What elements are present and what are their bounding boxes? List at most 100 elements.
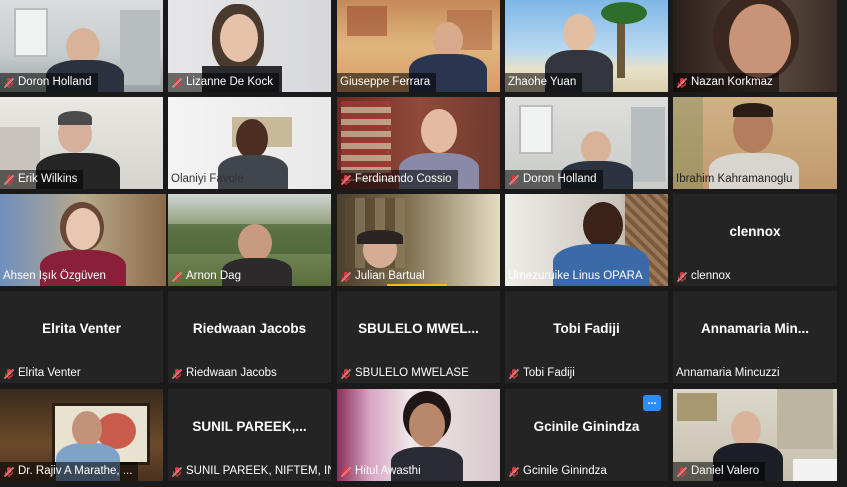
participant-tile[interactable]: SBULELO MWEL... SBULELO MWELASE <box>337 291 500 383</box>
participant-display-name: Tobi Fadiji <box>553 321 620 336</box>
participant-tile[interactable]: Julian Bartual <box>337 194 500 286</box>
participant-name: Ibrahim Kahramanoglu <box>676 173 793 185</box>
participant-nameplate: SBULELO MWELASE <box>337 364 475 383</box>
muted-mic-icon <box>171 271 183 283</box>
participant-name: Tobi Fadiji <box>523 367 575 379</box>
participant-name: Nazan Korkmaz <box>691 76 773 88</box>
participant-nameplate: SUNIL PAREEK, NIFTEM, IN... <box>168 462 331 481</box>
participant-nameplate: Nazan Korkmaz <box>673 73 779 92</box>
participant-name: Lizanne De Kock <box>186 76 273 88</box>
participant-nameplate: Erik Wilkins <box>0 170 84 189</box>
participant-nameplate: Olaniyi Favole <box>168 170 250 189</box>
participant-name: Hitul Awasthi <box>355 465 421 477</box>
participant-tile[interactable]: Olaniyi Favole <box>168 97 331 189</box>
participant-tile[interactable]: SUNIL PAREEK,... SUNIL PAREEK, NIFTEM, I… <box>168 389 331 481</box>
participant-nameplate: Daniel Valero <box>673 462 766 481</box>
muted-mic-icon <box>676 466 688 478</box>
participant-tile[interactable]: Doron Holland <box>0 0 163 92</box>
participant-name: Giuseppe Ferrara <box>340 76 431 88</box>
more-options-button[interactable]: ... <box>643 395 661 411</box>
participant-tile[interactable]: clennox clennox <box>673 194 837 286</box>
participant-name: Annamaria Mincuzzi <box>676 367 780 379</box>
participant-name: SUNIL PAREEK, NIFTEM, IN... <box>186 465 331 477</box>
muted-mic-icon <box>340 174 352 186</box>
participant-nameplate: Doron Holland <box>0 73 98 92</box>
participant-nameplate: Hitul Awasthi <box>337 462 427 481</box>
muted-mic-icon <box>3 466 15 478</box>
participant-tile[interactable]: Annamaria Min... Annamaria Mincuzzi <box>673 291 837 383</box>
participant-tile[interactable]: Umezuruike Linus OPARA <box>505 194 668 286</box>
muted-mic-icon <box>508 174 520 186</box>
participant-display-name: Elrita Venter <box>42 321 121 336</box>
participant-name: Elrita Venter <box>18 367 81 379</box>
participant-tile[interactable]: ... Gcinile Ginindza Gcinile Ginindza <box>505 389 668 481</box>
muted-mic-icon <box>676 271 688 283</box>
participant-nameplate: Elrita Venter <box>0 364 87 383</box>
participant-tile[interactable]: Zhaohe Yuan <box>505 0 668 92</box>
muted-mic-icon <box>171 368 183 380</box>
muted-mic-icon <box>340 368 352 380</box>
participant-display-name: clennox <box>729 224 781 239</box>
audio-level-indicator <box>387 284 447 286</box>
participant-tile[interactable]: Erik Wilkins <box>0 97 163 189</box>
participant-name: Dr. Rajiv A Marathe, ... <box>18 465 133 477</box>
participant-name: Daniel Valero <box>691 465 760 477</box>
participant-nameplate: Umezuruike Linus OPARA <box>505 267 649 286</box>
participant-tile[interactable]: Arnon Dag <box>168 194 331 286</box>
participant-name: Riedwaan Jacobs <box>186 367 277 379</box>
participant-name: Olaniyi Favole <box>171 173 244 185</box>
participant-nameplate: Annamaria Mincuzzi <box>673 364 786 383</box>
participant-display-name: SUNIL PAREEK,... <box>192 419 307 434</box>
muted-mic-icon <box>3 174 15 186</box>
participant-name: Doron Holland <box>523 173 597 185</box>
muted-mic-icon <box>340 271 352 283</box>
participant-display-name: Riedwaan Jacobs <box>192 321 307 336</box>
participant-nameplate: Riedwaan Jacobs <box>168 364 283 383</box>
muted-mic-icon <box>676 77 688 89</box>
muted-mic-icon <box>171 77 183 89</box>
participant-tile[interactable]: Ferdinando Cossio <box>337 97 500 189</box>
muted-mic-icon <box>3 77 15 89</box>
muted-mic-icon <box>508 466 520 478</box>
participant-tile[interactable]: Lizanne De Kock <box>168 0 331 92</box>
participant-nameplate: Doron Holland <box>505 170 603 189</box>
participant-tile[interactable]: Elrita Venter Elrita Venter <box>0 291 163 383</box>
participant-name: Gcinile Ginindza <box>523 465 607 477</box>
participant-nameplate: Tobi Fadiji <box>505 364 581 383</box>
participant-tile[interactable]: Dr. Rajiv A Marathe, ... <box>0 389 163 481</box>
participant-nameplate: Zhaohe Yuan <box>505 73 583 92</box>
participant-name: Doron Holland <box>18 76 92 88</box>
participant-nameplate: Dr. Rajiv A Marathe, ... <box>0 462 139 481</box>
participant-display-name: SBULELO MWEL... <box>358 321 479 336</box>
participant-display-name: Gcinile Ginindza <box>533 419 640 434</box>
participant-tile[interactable]: Hitul Awasthi <box>337 389 500 481</box>
participant-nameplate: Lizanne De Kock <box>168 73 279 92</box>
participant-name: Umezuruike Linus OPARA <box>508 270 643 282</box>
muted-mic-icon <box>171 466 183 478</box>
participant-tile[interactable]: Nazan Korkmaz <box>673 0 837 92</box>
participant-name: SBULELO MWELASE <box>355 367 469 379</box>
participant-name: Arnon Dag <box>186 270 241 282</box>
participant-nameplate: Ahsen Işık Özgüven <box>0 267 112 286</box>
participant-tile[interactable]: Doron Holland <box>505 97 668 189</box>
muted-mic-icon <box>508 368 520 380</box>
participant-display-name: Annamaria Min... <box>700 321 810 336</box>
participant-nameplate: Giuseppe Ferrara <box>337 73 437 92</box>
muted-mic-icon <box>340 466 352 478</box>
participant-nameplate: Gcinile Ginindza <box>505 462 613 481</box>
participant-nameplate: Arnon Dag <box>168 267 247 286</box>
participant-nameplate: Ibrahim Kahramanoglu <box>673 170 798 189</box>
participant-tile[interactable]: Giuseppe Ferrara <box>337 0 500 92</box>
participant-tile[interactable]: Riedwaan Jacobs Riedwaan Jacobs <box>168 291 331 383</box>
participant-name: Ferdinando Cossio <box>355 173 452 185</box>
participant-nameplate: Ferdinando Cossio <box>337 170 458 189</box>
participant-name: Zhaohe Yuan <box>508 76 577 88</box>
participant-name: Erik Wilkins <box>18 173 78 185</box>
participant-tile[interactable]: Daniel Valero <box>673 389 837 481</box>
participant-nameplate: clennox <box>673 267 737 286</box>
muted-mic-icon <box>3 368 15 380</box>
participant-name: Ahsen Işık Özgüven <box>3 270 106 282</box>
participant-tile[interactable]: Ibrahim Kahramanoglu <box>673 97 837 189</box>
participant-tile-active-speaker[interactable]: Ahsen Işık Özgüven <box>0 194 166 286</box>
participant-tile[interactable]: Tobi Fadiji Tobi Fadiji <box>505 291 668 383</box>
